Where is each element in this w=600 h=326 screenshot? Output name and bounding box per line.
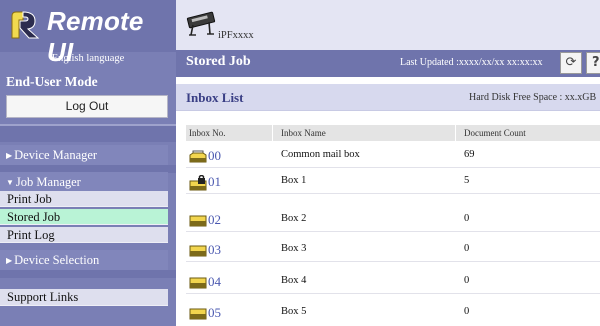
document-count: 5 xyxy=(464,175,470,186)
sidebar-item-support-links[interactable]: Support Links xyxy=(0,289,168,306)
inbox-table-header: Inbox No. Inbox Name Document Count xyxy=(186,125,600,141)
sidebar-item-print-log[interactable]: Print Log xyxy=(0,227,168,243)
table-row[interactable]: 03 Box 3 0 xyxy=(186,238,600,262)
table-row[interactable]: 00 Common mail box 69 xyxy=(186,144,600,168)
table-row[interactable]: 05 Box 5 0 xyxy=(186,301,600,325)
main-content: iPFxxxx Stored Job Last Updated :xxxx/xx… xyxy=(176,0,600,326)
sidebar-item-stored-job[interactable]: Stored Job xyxy=(0,209,168,225)
document-count: 0 xyxy=(464,306,470,317)
table-row[interactable]: 02 Box 2 0 xyxy=(186,208,600,232)
inbox-number-link[interactable]: 03 xyxy=(208,242,221,258)
printer-header: iPFxxxx xyxy=(176,0,600,50)
inbox-name: Box 5 xyxy=(281,306,307,317)
sidebar-item-device-manager[interactable]: ▶ Device Manager xyxy=(0,145,168,165)
page-title-bar: Stored Job Last Updated :xxxx/xx/xx xx:x… xyxy=(176,50,600,77)
column-header-inbox-no: Inbox No. xyxy=(189,128,226,138)
help-button[interactable]: ? xyxy=(586,52,600,74)
inbox-name: Box 1 xyxy=(281,175,307,186)
logout-button[interactable]: Log Out xyxy=(6,95,168,118)
triangle-down-icon: ▼ xyxy=(6,178,14,187)
sidebar-item-job-manager[interactable]: ▼ Job Manager xyxy=(0,172,168,192)
locked-inbox-icon xyxy=(189,174,207,196)
table-row[interactable]: 04 Box 4 0 xyxy=(186,270,600,294)
inbox-name: Box 3 xyxy=(281,243,307,254)
section-title: Inbox List xyxy=(186,90,244,105)
printer-icon xyxy=(186,11,216,42)
remote-ui-logo-icon xyxy=(8,8,42,47)
document-count: 0 xyxy=(464,213,470,224)
refresh-icon: ⟳ xyxy=(565,55,577,70)
inbox-number-link[interactable]: 02 xyxy=(208,212,221,228)
triangle-right-icon: ▶ xyxy=(6,151,13,160)
user-mode-title: End-User Mode xyxy=(6,74,98,89)
sidebar-item-label: Stored Job xyxy=(7,210,61,224)
column-divider xyxy=(272,125,273,141)
triangle-right-icon: ▶ xyxy=(6,256,13,265)
brand-header: Remote UI xyxy=(0,0,176,67)
column-divider xyxy=(455,125,456,141)
inbox-name: Common mail box xyxy=(281,149,360,160)
column-header-document-count: Document Count xyxy=(464,128,526,138)
sidebar-item-print-job[interactable]: Print Job xyxy=(0,191,168,207)
inbox-name: Box 4 xyxy=(281,275,307,286)
sidebar-item-label: Device Selection xyxy=(14,253,100,267)
sidebar-item-label: Device Manager xyxy=(14,148,98,162)
document-count: 0 xyxy=(464,275,470,286)
inbox-icon xyxy=(189,306,207,325)
inbox-icon xyxy=(189,213,207,232)
sidebar-divider xyxy=(0,124,176,142)
inbox-tray-icon xyxy=(189,149,207,168)
inbox-number-link[interactable]: 00 xyxy=(208,148,221,164)
inbox-name: Box 2 xyxy=(281,213,307,224)
sidebar-item-label: Print Log xyxy=(7,228,55,242)
inbox-list-header: Inbox List Hard Disk Free Space : xx.xGB xyxy=(176,84,600,111)
sidebar: Remote UI English language End-User Mode… xyxy=(0,0,176,326)
inbox-icon xyxy=(189,243,207,262)
refresh-button[interactable]: ⟳ xyxy=(560,52,582,74)
sidebar-spacer xyxy=(0,270,176,278)
last-updated-text: Last Updated :xxxx/xx/xx xx:xx:xx xyxy=(400,57,543,68)
printer-name: iPFxxxx xyxy=(218,30,254,41)
inbox-icon xyxy=(189,275,207,294)
disk-free-space: Hard Disk Free Space : xx.xGB xyxy=(469,92,597,103)
page-title: Stored Job xyxy=(186,54,251,69)
inbox-number-link[interactable]: 05 xyxy=(208,305,221,321)
language-selector[interactable]: English language xyxy=(0,53,176,64)
column-header-inbox-name: Inbox Name xyxy=(281,128,326,138)
sidebar-item-label: Print Job xyxy=(7,192,52,206)
sidebar-item-label: Job Manager xyxy=(15,175,81,189)
sidebar-item-device-selection[interactable]: ▶ Device Selection xyxy=(0,250,168,270)
table-row[interactable]: 01 Box 1 5 xyxy=(186,170,600,194)
document-count: 0 xyxy=(464,243,470,254)
sidebar-item-label: Support Links xyxy=(7,290,79,304)
inbox-number-link[interactable]: 01 xyxy=(208,174,221,190)
inbox-number-link[interactable]: 04 xyxy=(208,274,221,290)
document-count: 69 xyxy=(464,149,475,160)
